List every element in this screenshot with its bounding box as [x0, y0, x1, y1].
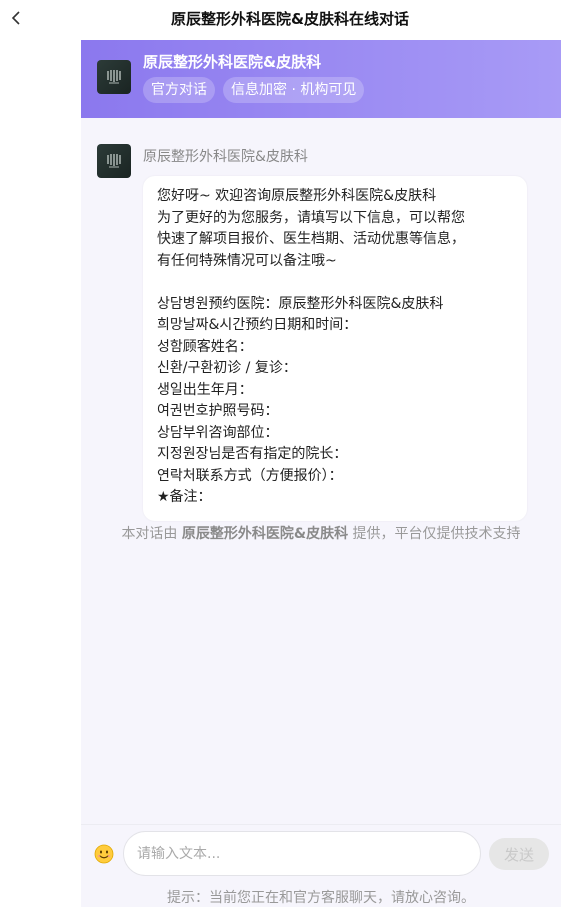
notice-org-name: 原辰整形外科医院&皮肤科 [181, 526, 349, 542]
clinic-logo-icon [97, 60, 131, 94]
notice-suffix: 提供，平台仅提供技术支持 [348, 526, 521, 542]
message-line: 생일出生年月： [157, 381, 253, 398]
message-line: 연락처联系方式（方便报价）： [157, 467, 343, 484]
top-bar: 原辰整形外科医院&皮肤科在线对话 [0, 0, 580, 38]
message-line: 희망날짜&시간预约日期和时间： [157, 317, 358, 333]
message-line: 为了更好的为您服务，请填写以下信息，可以帮您 [157, 209, 465, 226]
tag-official: 官方对话 [143, 77, 215, 103]
message-line: 지정원장님是否有指定的院长： [157, 446, 348, 462]
message-bubble: 您好呀~ 欢迎咨询原辰整形外科医院&皮肤科 为了更好的为您服务，请填写以下信息，… [143, 176, 527, 521]
message-line: 성함顾客姓名： [157, 338, 253, 355]
message-line: 您好呀~ 欢迎咨询原辰整形外科医院&皮肤科 [157, 188, 437, 204]
smiley-icon[interactable] [94, 844, 114, 864]
message-composer: 发送 [81, 824, 561, 880]
clinic-logo-icon [107, 154, 121, 168]
chat-header: 原辰整形外科医院&皮肤科 官方对话 信息加密 · 机构可见 [81, 40, 561, 118]
header-org-name: 原辰整形外科医院&皮肤科 [143, 53, 322, 71]
message-line: 신환/구환初诊 / 复诊： [157, 360, 297, 376]
message-line: 상담병원预约医院：原辰整形外科医院&皮肤科 [157, 295, 444, 312]
message-line: 有任何特殊情况可以备注哦~ [157, 252, 337, 269]
message-line: 여권번호护照号码： [157, 403, 279, 419]
message-input[interactable] [123, 831, 481, 876]
message-line-blank [157, 272, 513, 294]
message-line: 快速了解项目报价、医生档期、活动优惠等信息， [157, 231, 465, 247]
message-line: 상담부위咨询部位： [157, 424, 279, 441]
message-sender: 原辰整形外科医院&皮肤科 [143, 149, 308, 165]
notice-prefix: 本对话由 [121, 526, 182, 542]
chat-panel: 原辰整形外科医院&皮肤科 官方对话 信息加密 · 机构可见 原辰整形外科医院&皮… [81, 40, 561, 907]
header-tags: 官方对话 信息加密 · 机构可见 [143, 77, 365, 103]
send-button[interactable]: 发送 [489, 838, 549, 870]
tag-encrypted: 信息加密 · 机构可见 [223, 77, 365, 103]
safety-hint: 提示：当前您正在和官方客服聊天，请放心咨询。 [167, 890, 475, 906]
platform-notice: 本对话由 原辰整形外科医院&皮肤科 提供，平台仅提供技术支持 [105, 524, 537, 545]
sender-avatar [97, 144, 131, 178]
message-line: ★备注： [157, 489, 212, 505]
page-title: 原辰整形外科医院&皮肤科在线对话 [170, 10, 410, 28]
